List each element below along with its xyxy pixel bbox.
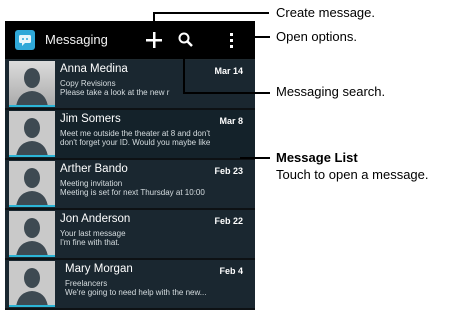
avatar	[9, 61, 55, 107]
message-row[interactable]: Jim Somers Mar 8 Meet me outside the the…	[5, 110, 255, 160]
message-preview: I'm fine with that.	[60, 238, 120, 247]
message-preview: don't forget your ID. Would you maybe li…	[60, 138, 211, 147]
message-subject: Freelancers	[65, 279, 108, 288]
sender-name: Jon Anderson	[60, 213, 131, 225]
message-preview: We're going to need help with the new...	[65, 288, 207, 297]
callout-open-options: Open options.	[276, 29, 357, 44]
message-date: Mar 8	[219, 116, 243, 126]
plus-icon	[146, 32, 162, 48]
sender-name: Anna Medina	[60, 63, 128, 75]
message-preview: Meeting is set for next Thursday at 10:0…	[60, 188, 205, 197]
overflow-menu-button[interactable]	[219, 26, 245, 54]
contact-silhouette-icon	[9, 111, 55, 155]
contact-silhouette-icon	[9, 211, 55, 255]
message-date: Mar 14	[214, 66, 243, 76]
callout-line-create	[153, 12, 155, 30]
message-row[interactable]: Jon Anderson Feb 22 Your last message I'…	[5, 210, 255, 260]
overflow-menu-icon	[230, 33, 233, 48]
search-button[interactable]	[173, 26, 199, 54]
message-row[interactable]: Arther Bando Feb 23 Meeting invitation M…	[5, 160, 255, 210]
avatar	[9, 111, 55, 157]
message-date: Feb 22	[214, 216, 243, 226]
messaging-app-icon	[15, 30, 35, 50]
avatar	[9, 261, 55, 307]
message-row[interactable]: Anna Medina Mar 14 Copy Revisions Please…	[5, 60, 255, 110]
sender-name: Mary Morgan	[65, 263, 133, 275]
message-date: Feb 23	[214, 166, 243, 176]
callout-message-list-desc: Touch to open a message.	[276, 167, 429, 182]
app-title: Messaging	[45, 32, 108, 47]
callout-line-create	[153, 12, 269, 14]
avatar	[9, 161, 55, 207]
phone-screen: Messaging Anna Medina Mar 14 Copy Revisi…	[5, 21, 255, 310]
contact-silhouette-icon	[9, 261, 55, 305]
callout-line-search	[183, 92, 270, 94]
action-bar: Messaging	[5, 21, 255, 60]
message-subject: Copy Revisions	[60, 79, 116, 88]
new-message-button[interactable]	[141, 26, 167, 54]
callout-line-options	[240, 36, 270, 38]
message-preview: Please take a look at the new r	[60, 88, 170, 97]
message-row[interactable]: Mary Morgan Feb 4 Freelancers We're goin…	[5, 260, 255, 308]
callout-messaging-search: Messaging search.	[276, 84, 386, 99]
sender-name: Arther Bando	[60, 163, 128, 175]
message-subject: Meet me outside the theater at 8 and don…	[60, 129, 211, 138]
avatar	[9, 211, 55, 257]
callout-create-message: Create message.	[276, 5, 375, 20]
callout-line-search	[183, 47, 185, 94]
callout-message-list-title: Message List	[276, 150, 358, 165]
contact-silhouette-icon	[9, 161, 55, 205]
message-subject: Your last message	[60, 229, 126, 238]
message-subject: Meeting invitation	[60, 179, 123, 188]
message-date: Feb 4	[219, 266, 243, 276]
callout-line-list	[240, 157, 270, 159]
search-icon	[178, 32, 193, 47]
contact-silhouette-icon	[9, 61, 55, 105]
sender-name: Jim Somers	[60, 113, 121, 125]
